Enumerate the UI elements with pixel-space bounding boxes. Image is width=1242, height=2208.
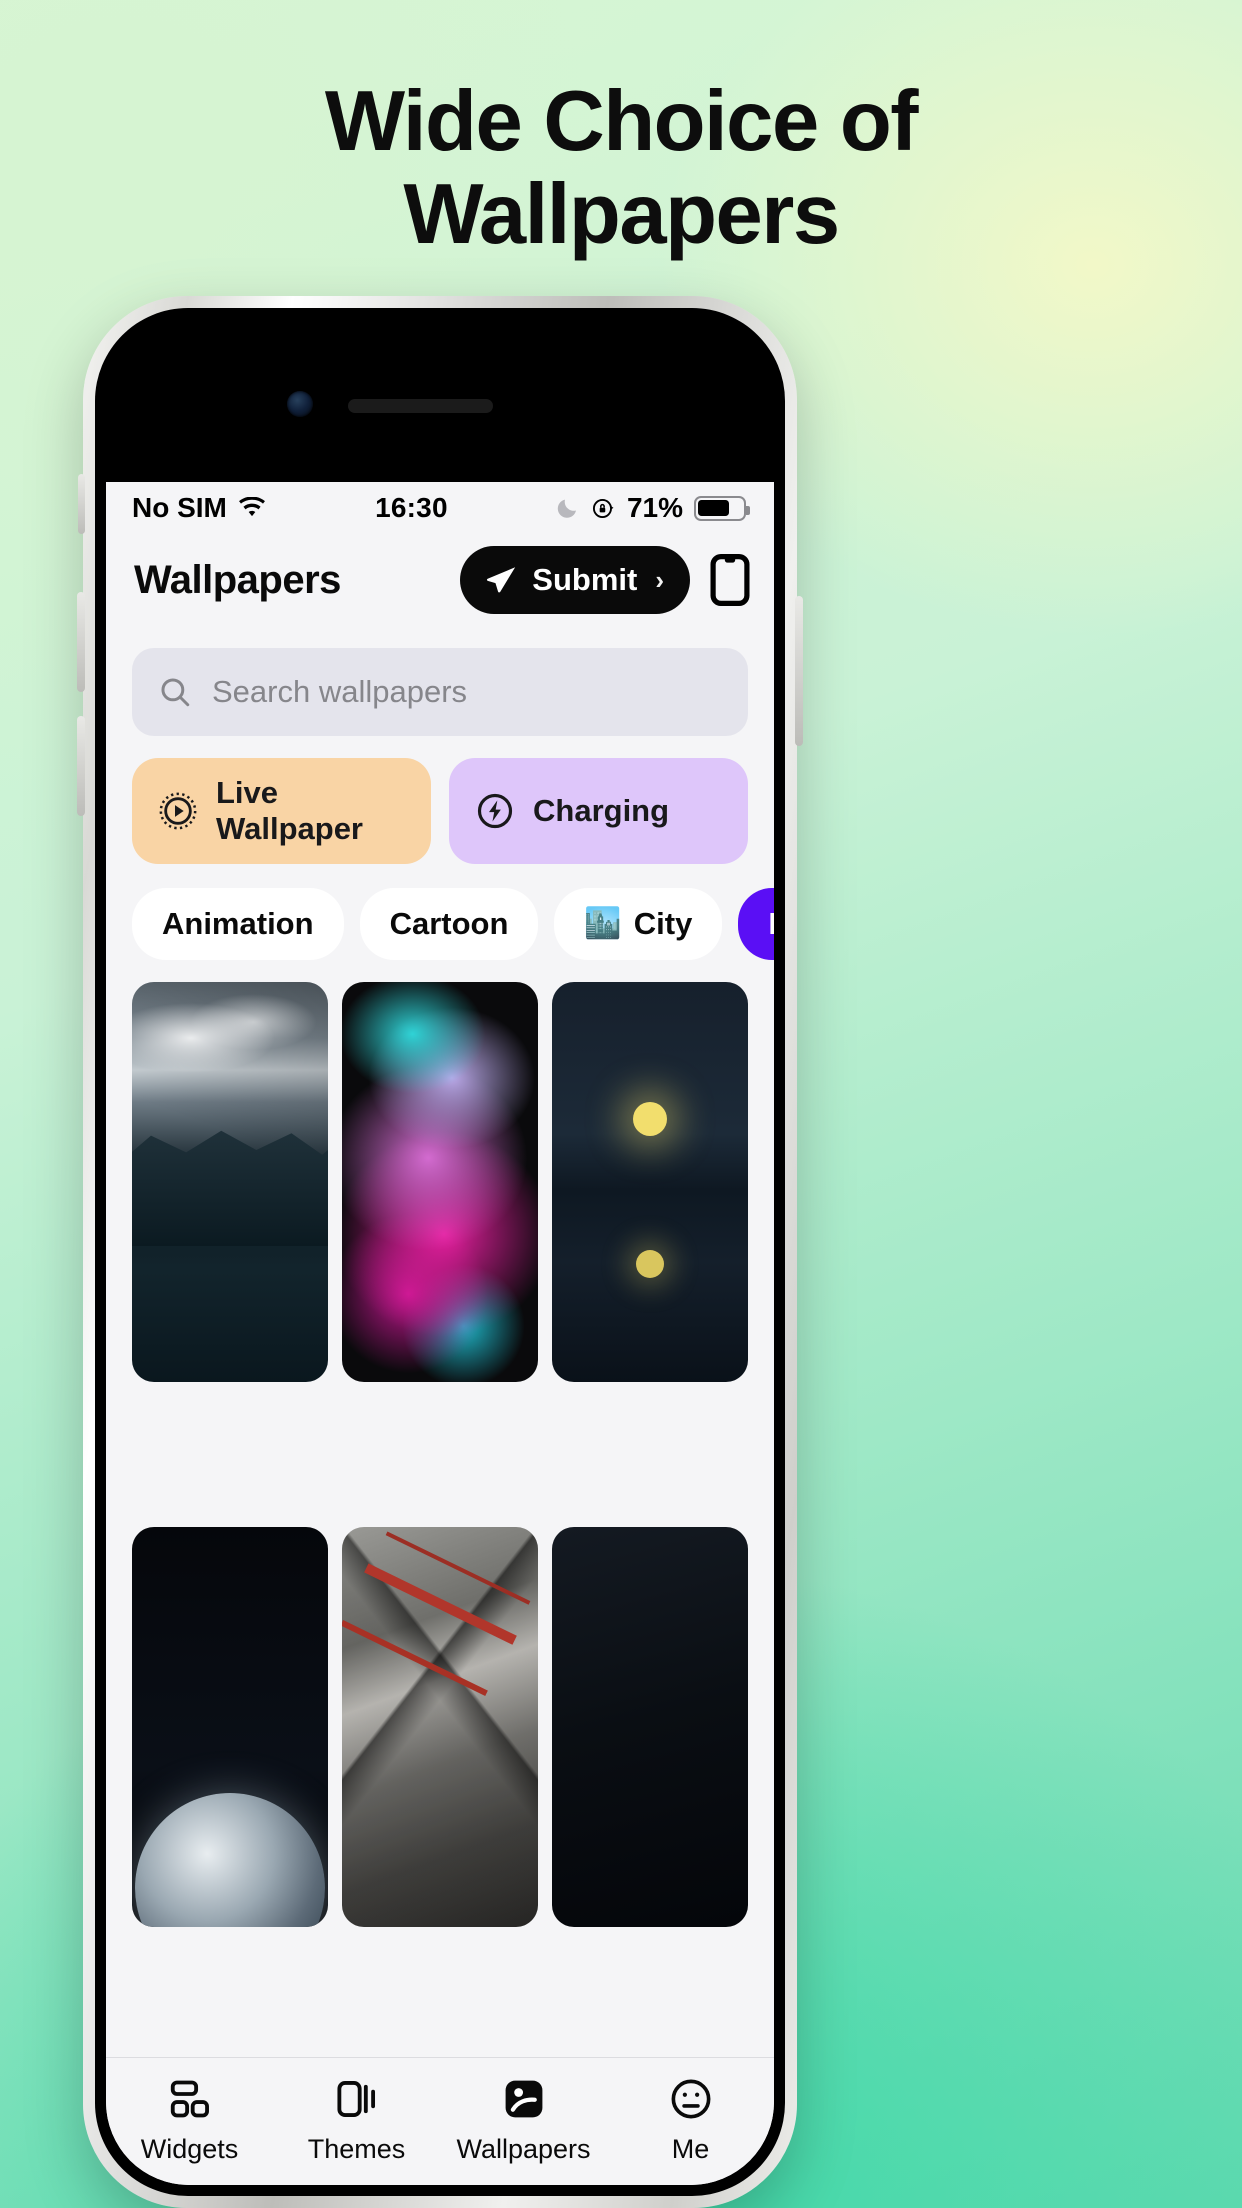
search-input[interactable]: Search wallpapers: [212, 674, 467, 710]
cityscape-icon: 🏙️: [584, 907, 622, 940]
battery-icon: [694, 495, 750, 521]
wallpaper-tile-6[interactable]: [552, 1526, 748, 1927]
chip-cartoon[interactable]: Cartoon: [359, 888, 539, 960]
page-title-line-1: Wide Choice of: [324, 74, 919, 169]
status-bar-left: No SIM: [132, 492, 267, 524]
mute-switch[interactable]: [78, 474, 85, 534]
bolt-circle-icon: [477, 793, 513, 829]
tab-wallpapers[interactable]: Wallpapers: [440, 2076, 607, 2165]
tab-themes-label: Themes: [307, 2134, 406, 2164]
wallpapers-icon: [505, 2080, 542, 2118]
bottom-tab-bar: Widgets Themes Wallpapers Me: [106, 2057, 774, 2185]
submit-button[interactable]: Submit ›: [460, 546, 690, 614]
moon-icon: [557, 499, 576, 518]
page-title-line-2: Wallpapers: [403, 167, 840, 262]
phone-mockup: No SIM 16:30 71% Wallpapers Submit › Sea…: [77, 296, 803, 2208]
volume-up-button[interactable]: [77, 592, 85, 692]
category-chip-row: Animation Cartoon 🏙️ City Dark: [132, 888, 774, 960]
wallpaper-tile-2[interactable]: [342, 982, 538, 1382]
face-icon: [671, 2079, 710, 2119]
carrier-label: No SIM: [132, 492, 227, 523]
tab-widgets-label: Widgets: [140, 2134, 239, 2164]
app-viewport: No SIM 16:30 71% Wallpapers Submit › Sea…: [106, 482, 774, 2185]
phone-bezel: No SIM 16:30 71% Wallpapers Submit › Sea…: [95, 308, 785, 2196]
chip-animation-label: Animation: [162, 906, 314, 941]
wallpaper-tile-1[interactable]: [132, 982, 328, 1382]
earpiece-speaker: [348, 399, 493, 413]
page-title: Wide Choice of Wallpapers: [0, 75, 1242, 261]
app-header: Wallpapers Submit ›: [106, 534, 774, 626]
front-camera-icon: [287, 391, 313, 417]
phone-icon[interactable]: [710, 554, 750, 606]
chip-dark[interactable]: Dark: [738, 888, 774, 960]
play-circle-dashed-icon: [159, 792, 197, 830]
quick-category-row: Live Wallpaper Charging: [132, 758, 748, 864]
chip-city[interactable]: 🏙️ City: [554, 888, 723, 960]
charging-card[interactable]: Charging: [449, 758, 748, 864]
search-icon: [161, 678, 190, 707]
chip-animation[interactable]: Animation: [132, 888, 344, 960]
charging-label: Charging: [533, 793, 670, 828]
wallpaper-tile-3[interactable]: [552, 982, 748, 1382]
wifi-icon: [238, 497, 265, 517]
live-wallpaper-label: Live Wallpaper: [216, 775, 363, 846]
power-button[interactable]: [795, 596, 803, 746]
submit-button-label: Submit: [532, 562, 638, 597]
themes-icon: [336, 2080, 375, 2118]
status-bar-right: 71%: [556, 492, 750, 524]
wallpaper-tile-5[interactable]: [342, 1526, 538, 1927]
tab-me-label: Me: [671, 2134, 710, 2164]
wallpaper-tile-4[interactable]: [132, 1526, 328, 1927]
tab-widgets[interactable]: Widgets: [106, 2076, 273, 2165]
live-wallpaper-card[interactable]: Live Wallpaper: [132, 758, 431, 864]
tab-themes[interactable]: Themes: [273, 2076, 440, 2165]
paper-plane-icon: [487, 567, 516, 593]
tab-me[interactable]: Me: [607, 2076, 774, 2165]
search-bar[interactable]: Search wallpapers: [132, 648, 748, 736]
tab-wallpapers-label: Wallpapers: [456, 2134, 591, 2164]
status-bar: No SIM 16:30 71%: [106, 482, 774, 534]
chip-cartoon-label: Cartoon: [389, 906, 509, 941]
rotation-lock-icon: [592, 498, 614, 518]
status-bar-time: 16:30: [375, 492, 448, 523]
widgets-icon: [170, 2080, 209, 2118]
app-title: Wallpapers: [134, 557, 341, 602]
chevron-right-icon: ›: [655, 564, 664, 595]
chip-dark-label: Dark: [768, 906, 774, 942]
phone-screen: No SIM 16:30 71% Wallpapers Submit › Sea…: [106, 319, 774, 2185]
wallpaper-grid: [132, 982, 748, 2057]
volume-down-button[interactable]: [77, 716, 85, 816]
chip-city-label: City: [633, 906, 693, 941]
battery-percent-label: 71%: [626, 492, 683, 523]
